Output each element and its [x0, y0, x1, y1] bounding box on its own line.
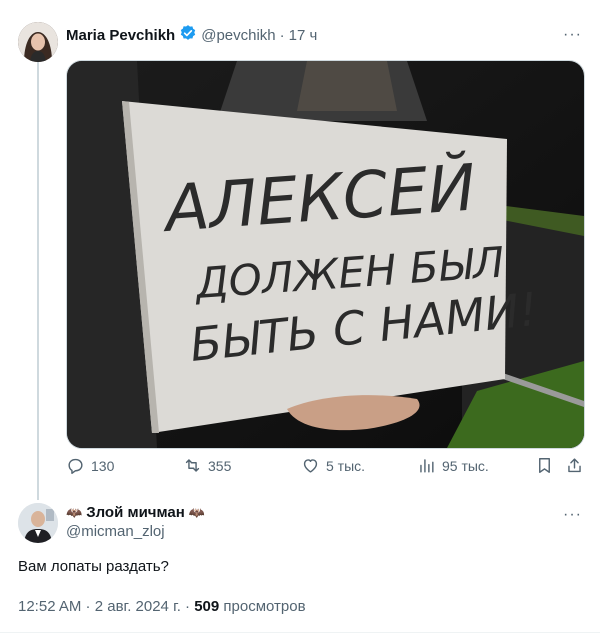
retweet-icon	[185, 459, 200, 472]
retweet-button[interactable]: 355	[183, 456, 231, 475]
verified-badge-icon	[179, 24, 197, 47]
more-options-icon[interactable]: ···	[563, 26, 582, 44]
reply-views-label: просмотров	[223, 598, 306, 615]
bat-emoji-right: 🦇	[188, 504, 205, 520]
views-bar-chart-icon	[420, 459, 434, 473]
reply-views-count[interactable]: 509	[194, 598, 219, 615]
dot-separator: ·	[279, 27, 285, 44]
tweet-header: Maria Pevchikh @pevchikh · 17 ч	[66, 24, 317, 47]
bookmark-button[interactable]	[535, 456, 554, 475]
reply-author-name[interactable]: Злой мичман	[86, 504, 185, 521]
bookmark-icon	[539, 458, 550, 473]
share-button[interactable]	[565, 456, 584, 475]
heart-icon	[303, 459, 318, 473]
author-avatar[interactable]	[18, 22, 58, 62]
meta-separator: ·	[81, 598, 95, 615]
reply-button[interactable]: 130	[66, 456, 114, 475]
retweet-count: 355	[208, 457, 232, 474]
meta-separator: ·	[180, 598, 195, 615]
views-button[interactable]: 95 тыс.	[417, 456, 489, 475]
reply-text: Вам лопаты раздать?	[18, 558, 169, 575]
like-button[interactable]: 5 тыс.	[301, 456, 365, 475]
author-handle[interactable]: @pevchikh	[201, 27, 275, 44]
share-icon	[568, 458, 581, 473]
reply-header: 🦇 Злой мичман 🦇 @micman_zloj	[66, 504, 205, 540]
tweet-actions: 130 355 5 тыс. 95 тыс.	[66, 456, 583, 484]
reply-time[interactable]: 12:52 AM	[18, 598, 81, 615]
reply-count: 130	[91, 457, 115, 474]
author-name[interactable]: Maria Pevchikh	[66, 27, 175, 44]
views-count: 95 тыс.	[442, 457, 489, 474]
reply-date[interactable]: 2 авг. 2024 г.	[95, 598, 181, 615]
reply-meta: 12:52 AM · 2 авг. 2024 г. · 509 просмотр…	[18, 598, 306, 615]
thread-line	[37, 62, 39, 500]
reply-icon	[68, 458, 83, 474]
bat-emoji-left: 🦇	[66, 504, 83, 520]
like-count: 5 тыс.	[326, 457, 366, 474]
tweet-time[interactable]: 17 ч	[289, 27, 318, 44]
bottom-divider	[0, 632, 600, 633]
reply-author-handle[interactable]: @micman_zloj	[66, 523, 205, 540]
reply-author-avatar[interactable]	[18, 503, 58, 543]
reply-more-options-icon[interactable]: ···	[563, 506, 582, 524]
tweet-photo[interactable]: АЛЕКСЕЙ ДОЛЖЕН БЫЛ БЫТЬ С НАМИ!	[66, 60, 585, 449]
